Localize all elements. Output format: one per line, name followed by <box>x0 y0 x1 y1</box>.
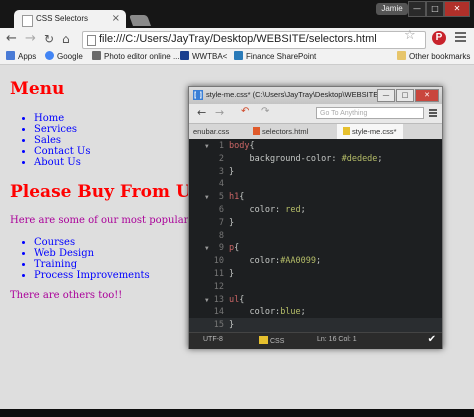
sharepoint-icon <box>234 51 243 60</box>
title-bar: CSS Selectors × Jamie — □ ✕ <box>0 0 474 30</box>
address-bar[interactable]: file:///C:/Users/JayTray/Desktop/WEBSITE… <box>82 31 426 49</box>
css-mode-icon <box>259 336 268 344</box>
others-text: There are others too!! <box>10 290 123 301</box>
minimize-button[interactable]: — <box>408 1 426 17</box>
line-number: 15 <box>213 320 224 331</box>
encoding-label[interactable]: UTF-8 <box>203 336 223 343</box>
html-file-icon <box>253 127 260 135</box>
close-tab-icon[interactable]: × <box>112 13 120 24</box>
css-file-icon <box>343 127 350 135</box>
back-arrow-icon[interactable]: ← <box>197 106 206 119</box>
folder-icon <box>397 51 406 60</box>
editor-status-bar: UTF-8 CSS Ln: 16 Col: 1 ✔ <box>189 332 442 349</box>
bookmark-wwtba[interactable]: WWTBA< <box>180 51 227 63</box>
editor-tab-bar: enubar.css selectors.html style-me.css* <box>189 124 442 139</box>
page-icon <box>87 35 96 46</box>
menu-heading: Menu <box>10 79 65 99</box>
wwtba-icon <box>180 51 189 60</box>
code-text: } <box>229 320 235 331</box>
bookmark-star-icon[interactable]: ☆ <box>404 28 416 43</box>
tab-menubar-css[interactable]: enubar.css <box>193 124 229 139</box>
products-list: Courses Web Design Training Process Impr… <box>10 237 150 281</box>
editor-window-title: style-me.css* (C:\Users\JayTray\Desktop\… <box>206 90 390 99</box>
maximize-button[interactable]: □ <box>426 1 444 17</box>
window-controls: — □ ✕ <box>408 1 470 17</box>
editor-menu-icon[interactable] <box>429 109 437 118</box>
reload-icon[interactable]: ↻ <box>44 31 54 47</box>
other-bookmarks-folder[interactable]: Other bookmarks <box>397 51 470 63</box>
brackets-logo-icon <box>193 90 203 100</box>
editor-maximize-button[interactable]: □ <box>396 89 414 102</box>
bookmark-photo-editor[interactable]: Photo editor online ... <box>92 51 180 63</box>
close-window-button[interactable]: ✕ <box>444 1 470 17</box>
bookmarks-bar: Apps Google Photo editor online ... WWTB… <box>0 50 474 65</box>
product-training: Training <box>34 259 150 270</box>
brackets-editor-window: style-me.css* (C:\Users\JayTray\Desktop\… <box>188 86 443 349</box>
browser-toolbar: ← → ↻ ⌂ file:///C:/Users/JayTray/Desktop… <box>0 28 474 50</box>
menu-item-about-us[interactable]: About Us <box>34 157 90 168</box>
menu-list: Home Services Sales Contact Us About Us <box>10 113 90 168</box>
tab-selectors-html[interactable]: selectors.html <box>253 124 308 139</box>
forward-arrow-icon[interactable]: → <box>215 106 224 119</box>
checkmark-icon: ✔ <box>427 334 436 345</box>
code-editor[interactable]: ▼ 1 body{2 background-color: #dedede; 3} 4 ▼ 5… <box>189 139 442 334</box>
menu-item-contact-us[interactable]: Contact Us <box>34 146 90 157</box>
code-line[interactable]: 15} <box>189 318 442 334</box>
bookmark-apps[interactable]: Apps <box>6 51 36 63</box>
forward-icon[interactable]: → <box>25 31 36 47</box>
editor-minimize-button[interactable]: — <box>377 89 395 102</box>
pinterest-icon[interactable]: P <box>432 31 446 45</box>
url-text[interactable]: file:///C:/Users/JayTray/Desktop/WEBSITE… <box>99 33 377 45</box>
menu-item-services[interactable]: Services <box>34 124 90 135</box>
product-process-improvements: Process Improvements <box>34 270 150 281</box>
tab-title: CSS Selectors <box>36 14 89 23</box>
product-courses: Courses <box>34 237 150 248</box>
editor-title-bar: style-me.css* (C:\Users\JayTray\Desktop\… <box>189 87 442 104</box>
apps-icon <box>6 51 15 60</box>
editor-window-controls: — □ ✕ <box>376 89 439 102</box>
menu-item-home[interactable]: Home <box>34 113 90 124</box>
editor-close-button[interactable]: ✕ <box>415 89 439 102</box>
back-icon[interactable]: ← <box>6 31 17 47</box>
tab-style-me-css[interactable]: style-me.css* <box>337 124 403 139</box>
editor-toolbar: ← → ↶ ↷ Go To Anything <box>189 104 442 124</box>
product-web-design: Web Design <box>34 248 150 259</box>
menu-item-sales[interactable]: Sales <box>34 135 90 146</box>
tab-css-selectors[interactable]: CSS Selectors × <box>14 10 126 30</box>
bookmark-google[interactable]: Google <box>45 51 83 63</box>
language-mode[interactable]: CSS <box>259 336 284 345</box>
google-icon <box>45 51 54 60</box>
undo-icon[interactable]: ↶ <box>241 106 249 117</box>
redo-icon[interactable]: ↷ <box>261 106 269 117</box>
page-icon <box>22 15 33 27</box>
photo-editor-icon <box>92 51 101 60</box>
new-tab-button[interactable] <box>128 15 152 26</box>
user-profile-button[interactable]: Jamie <box>376 3 408 15</box>
home-icon[interactable]: ⌂ <box>62 31 70 47</box>
cursor-position: Ln: 16 Col: 1 <box>317 336 357 343</box>
chrome-menu-icon[interactable] <box>455 32 466 44</box>
goto-anything-input[interactable]: Go To Anything <box>316 107 424 119</box>
buy-heading: Please Buy From Us <box>10 182 201 202</box>
bookmark-finance-sharepoint[interactable]: Finance SharePoint <box>234 51 316 63</box>
